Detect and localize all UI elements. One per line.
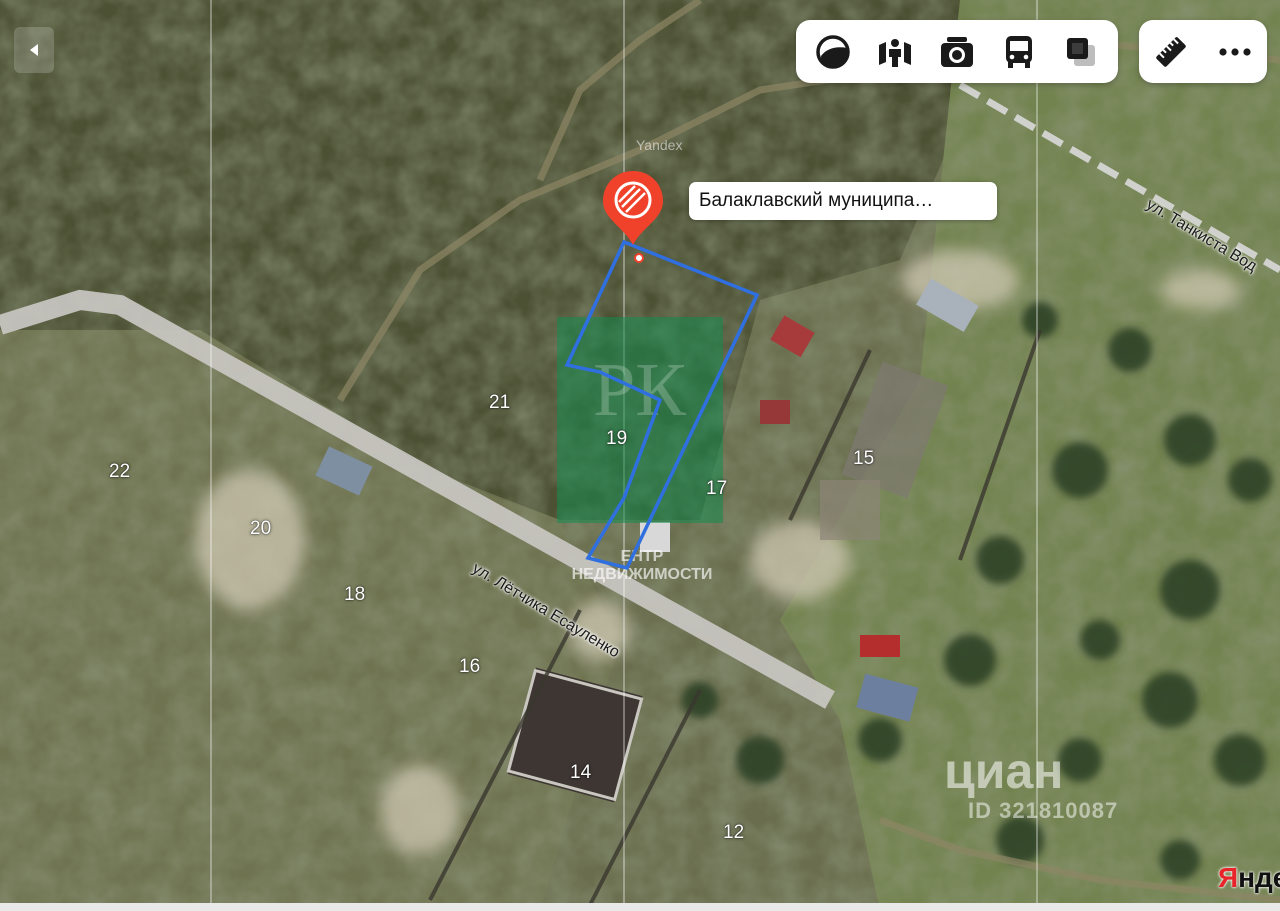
watermark-rk-caption: ЕНТР НЕДВИЖИМОСТИ [557, 548, 727, 584]
lot-number-22: 22 [109, 461, 131, 482]
satellite-map[interactable]: РК ЕНТР НЕДВИЖИМОСТИ 21 19 17 22 20 18 1… [0, 0, 1280, 911]
arrow-left-icon [30, 44, 38, 56]
yandex-logo: Янде [1218, 862, 1280, 894]
layers-icon [816, 34, 850, 69]
lot-number-18: 18 [344, 584, 366, 605]
watermark-cian: циан [944, 743, 1064, 799]
lot-number-20: 20 [250, 518, 272, 539]
watermark-rk-caption-line1: ЕНТР [620, 548, 664, 565]
watermark-cian-id: ID 321810087 [968, 798, 1119, 823]
ruler-icon [1156, 36, 1186, 67]
transport-button[interactable] [997, 30, 1041, 74]
tools-toolbar [1139, 20, 1267, 83]
ruler-button[interactable] [1149, 30, 1193, 74]
bus-icon [1006, 35, 1032, 68]
lot-number-21: 21 [489, 392, 511, 413]
lot-number-16: 16 [459, 656, 481, 677]
yandex-logo-first-letter: Я [1218, 862, 1239, 893]
location-pin-icon[interactable] [600, 167, 666, 267]
photo-button[interactable] [935, 30, 979, 74]
watermark-rk-letters: РК [593, 348, 686, 432]
layers-button[interactable] [811, 30, 855, 74]
pin-callout[interactable]: Балаклавский муниципа… [689, 182, 997, 220]
panorama-button[interactable] [873, 30, 917, 74]
panorama-icon [879, 38, 911, 67]
watermark-rk-caption-line2: НЕДВИЖИМОСТИ [571, 566, 713, 583]
overlay-button[interactable] [1059, 30, 1103, 74]
collapse-panel-button[interactable] [14, 27, 54, 73]
lot-number-15: 15 [853, 448, 875, 469]
map-layers-toolbar [796, 20, 1118, 83]
lot-number-17: 17 [706, 478, 728, 499]
more-button[interactable] [1213, 30, 1257, 74]
yandex-logo-rest: нде [1238, 862, 1280, 893]
lot-number-19: 19 [606, 428, 628, 449]
more-dots-icon [1219, 47, 1251, 56]
overlay-icon [1067, 37, 1095, 66]
lot-number-14: 14 [570, 762, 592, 783]
lot-number-12: 12 [723, 822, 745, 843]
imagery-yandex-text: Yandex [636, 137, 683, 153]
camera-icon [941, 36, 973, 67]
